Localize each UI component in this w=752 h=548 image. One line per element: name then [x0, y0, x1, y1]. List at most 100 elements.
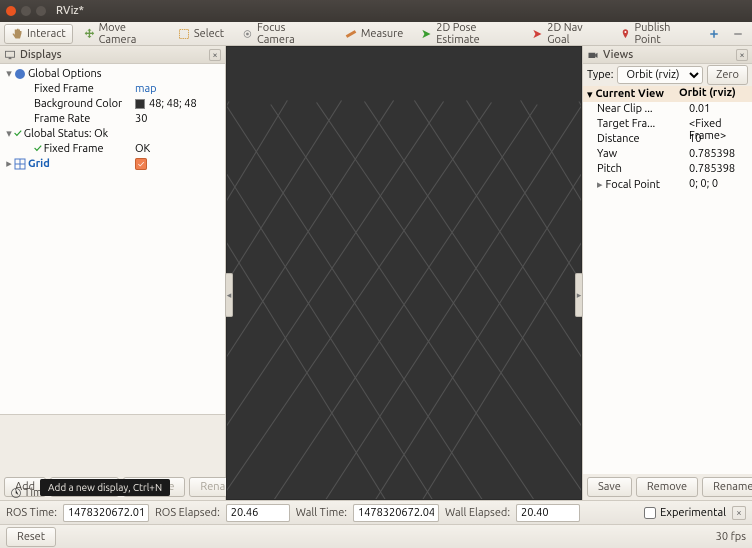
toolbar-plus-button[interactable] [704, 24, 724, 44]
ros-time-label: ROS Time: [6, 507, 57, 519]
ros-time-field[interactable] [63, 504, 149, 522]
left-splitter-handle[interactable]: ◂ [225, 273, 233, 317]
remove-view-button[interactable]: Remove [636, 477, 698, 497]
window-minimize-button[interactable] [21, 6, 31, 16]
pitch-value[interactable]: 0.785398 [685, 162, 752, 177]
displays-tree[interactable]: ▾Global Options Fixed Framemap Backgroun… [0, 64, 225, 414]
pose-estimate-label: 2D Pose Estimate [436, 22, 514, 46]
move-camera-button[interactable]: Move Camera [77, 24, 167, 44]
camera-icon [587, 49, 599, 61]
clock-icon [10, 487, 22, 499]
right-splitter-handle[interactable]: ▸ [575, 273, 583, 317]
zero-button[interactable]: Zero [707, 65, 748, 85]
window-titlebar: RViz* [0, 0, 752, 22]
publish-point-label: Publish Point [635, 22, 693, 46]
nav-goal-icon [532, 28, 543, 40]
publish-point-icon [620, 28, 631, 40]
current-view-type: Orbit (rviz) [675, 86, 752, 102]
ros-elapsed-label: ROS Elapsed: [155, 507, 220, 519]
background-color-label[interactable]: Background Color [34, 98, 135, 110]
views-close-button[interactable]: × [736, 49, 748, 61]
fixed-frame-label[interactable]: Fixed Frame [34, 83, 135, 95]
displays-close-button[interactable]: × [209, 49, 221, 61]
yaw-value[interactable]: 0.785398 [685, 147, 752, 162]
global-options-item[interactable]: Global Options [28, 68, 225, 80]
distance-label[interactable]: Distance [593, 132, 685, 147]
window-maximize-button[interactable] [36, 6, 46, 16]
color-swatch [135, 99, 145, 109]
focus-camera-label: Focus Camera [257, 22, 319, 46]
grid-icon [14, 158, 26, 170]
views-properties[interactable]: ▾Current ViewOrbit (rviz) Near Clip ...0… [583, 86, 752, 280]
yaw-label[interactable]: Yaw [593, 147, 685, 162]
rename-view-button[interactable]: Rename [702, 477, 752, 497]
pitch-label[interactable]: Pitch [593, 162, 685, 177]
nav-goal-label: 2D Nav Goal [547, 22, 601, 46]
displays-icon [4, 49, 16, 61]
global-status-item[interactable]: Global Status: Ok [24, 128, 225, 140]
ros-elapsed-field[interactable] [226, 504, 290, 522]
time-status-bar: ROS Time: ROS Elapsed: Wall Time: Wall E… [0, 500, 752, 524]
window-close-button[interactable] [6, 6, 16, 16]
nav-goal-button[interactable]: 2D Nav Goal [525, 24, 608, 44]
viewport-3d[interactable]: ◂ ▸ [226, 46, 582, 500]
plus-icon [708, 28, 720, 40]
measure-button[interactable]: Measure [338, 24, 411, 44]
views-panel: Views × Type: Orbit (rviz) Zero ▾Current… [582, 46, 752, 500]
measure-label: Measure [361, 28, 404, 40]
hand-icon [11, 28, 23, 40]
interact-label: Interact [27, 28, 66, 40]
wall-elapsed-field[interactable] [516, 504, 580, 522]
move-camera-label: Move Camera [99, 22, 160, 46]
footer-bar: Reset 30 fps [0, 524, 752, 548]
select-label: Select [194, 28, 224, 40]
fps-label: 30 fps [716, 531, 746, 543]
publish-point-button[interactable]: Publish Point [613, 24, 700, 44]
globe-icon [14, 68, 26, 80]
type-label: Type: [587, 69, 613, 81]
focal-point-value[interactable]: 0; 0; 0 [685, 177, 752, 192]
check-icon: ✓ [34, 143, 42, 155]
background-color-value[interactable]: 48; 48; 48 [135, 98, 225, 110]
main-toolbar: Interact Move Camera Select Focus Camera… [0, 22, 752, 46]
experimental-checkbox[interactable]: Experimental [644, 507, 726, 519]
select-button[interactable]: Select [171, 24, 231, 44]
select-icon [178, 28, 190, 40]
wall-elapsed-label: Wall Elapsed: [445, 507, 510, 519]
near-clip-value[interactable]: 0.01 [685, 102, 752, 117]
interact-button[interactable]: Interact [4, 24, 73, 44]
wall-time-field[interactable] [353, 504, 439, 522]
distance-value[interactable]: 10 [685, 132, 752, 147]
add-tooltip: Add a new display, Ctrl+N [40, 479, 170, 496]
frame-rate-label[interactable]: Frame Rate [34, 113, 135, 125]
fixed-frame-status-label[interactable]: Fixed Frame [44, 143, 135, 155]
focus-camera-button[interactable]: Focus Camera [235, 24, 326, 44]
toolbar-minus-button[interactable] [728, 24, 748, 44]
view-type-select[interactable]: Orbit (rviz) [617, 66, 703, 84]
grid-item[interactable]: Grid [28, 158, 135, 170]
window-title: RViz* [56, 5, 84, 17]
grid-render [227, 47, 581, 499]
fixed-frame-value[interactable]: map [135, 83, 225, 95]
fixed-frame-status-value: OK [135, 143, 225, 155]
focal-point-label[interactable]: Focal Point [606, 179, 661, 191]
reset-button[interactable]: Reset [6, 527, 56, 547]
views-title: Views [603, 49, 633, 61]
target-frame-value[interactable]: <Fixed Frame> [685, 117, 752, 132]
measure-icon [345, 28, 357, 40]
save-view-button[interactable]: Save [587, 477, 632, 497]
minus-icon [732, 28, 744, 40]
check-icon: ✓ [14, 128, 22, 140]
wall-time-label: Wall Time: [296, 507, 347, 519]
current-view-header: Current View [596, 88, 664, 100]
grid-checkbox[interactable]: ✓ [135, 158, 147, 170]
pose-estimate-icon [421, 28, 432, 40]
pose-estimate-button[interactable]: 2D Pose Estimate [414, 24, 521, 44]
target-frame-label[interactable]: Target Fra... [593, 117, 685, 132]
displays-panel: Displays × ▾Global Options Fixed Framema… [0, 46, 226, 500]
displays-title: Displays [20, 49, 62, 61]
near-clip-label[interactable]: Near Clip ... [593, 102, 685, 117]
frame-rate-value[interactable]: 30 [135, 113, 225, 125]
time-close-button[interactable]: × [732, 506, 746, 520]
move-camera-icon [84, 28, 95, 40]
